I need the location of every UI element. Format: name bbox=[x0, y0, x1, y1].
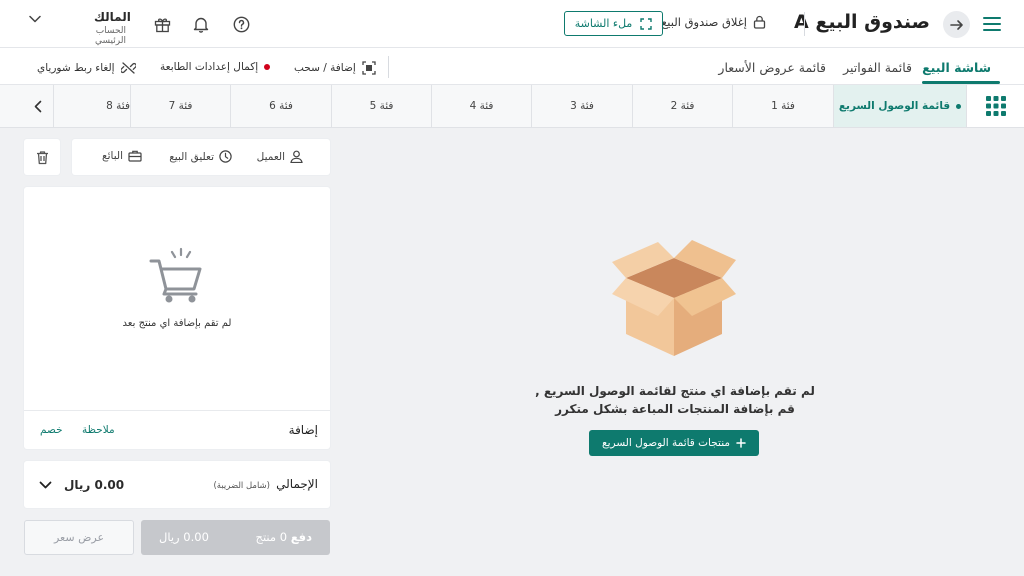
chevron-down-icon[interactable] bbox=[28, 12, 42, 26]
unlink-button[interactable]: إلغاء ربط شورياي bbox=[37, 61, 136, 75]
menu-icon[interactable] bbox=[982, 14, 1002, 34]
quick-access-products-button[interactable]: منتجات قائمة الوصول السريع bbox=[589, 430, 759, 456]
help-icon[interactable] bbox=[231, 14, 251, 34]
active-tab-indicator bbox=[922, 81, 1000, 84]
total-tax-note: (شامل الضريبة) bbox=[213, 481, 270, 491]
category-label: قائمة الوصول السريع bbox=[838, 100, 951, 112]
unlink-label: إلغاء ربط شورياي bbox=[37, 62, 115, 74]
seller-label: البائع bbox=[102, 150, 123, 162]
grid-icon[interactable] bbox=[966, 85, 1024, 127]
user-icon bbox=[290, 150, 303, 163]
active-dot bbox=[956, 103, 962, 109]
unlink-icon bbox=[120, 61, 136, 75]
tab-invoices[interactable]: قائمة الفواتير bbox=[843, 60, 912, 75]
bell-icon[interactable] bbox=[191, 14, 211, 34]
pay-label-group: دفع 0 منتج bbox=[256, 530, 312, 544]
cart-icon bbox=[148, 246, 208, 306]
arrow-right-icon[interactable] bbox=[943, 11, 970, 38]
owner-name[interactable]: المالك bbox=[94, 10, 131, 24]
quote-button[interactable]: عرض سعر bbox=[24, 520, 134, 555]
category-item[interactable]: فئة 3 bbox=[531, 85, 632, 127]
customer-label: العميل bbox=[256, 150, 285, 163]
category-item[interactable]: فئة 8 bbox=[54, 85, 130, 127]
empty-state-text: لم تقم بإضافة اي منتج لقائمة الوصول السر… bbox=[535, 384, 815, 398]
total-panel[interactable]: الإجمالي (شامل الضريبة) 0.00 ريال bbox=[24, 461, 330, 508]
printer-settings-button[interactable]: إكمال إعدادات الطابعة bbox=[160, 61, 271, 73]
empty-box-illustration bbox=[612, 236, 736, 360]
category-item[interactable]: فئة 4 bbox=[431, 85, 531, 127]
cart-actions-bar: العميل تعليق البيع البائع bbox=[72, 139, 330, 175]
divider bbox=[804, 12, 805, 36]
chevron-down-icon[interactable] bbox=[38, 478, 52, 492]
owner-account: الحساب الرئيسي bbox=[95, 26, 126, 46]
briefcase-icon bbox=[128, 150, 142, 162]
top-bar: صندوق البيع A إغلاق صندوق البيع ملء الشا… bbox=[0, 0, 1024, 48]
tab-quotes[interactable]: قائمة عروض الأسعار bbox=[718, 60, 826, 75]
tab-sale-screen[interactable]: شاشة البيع bbox=[922, 60, 991, 75]
cart-empty-text: لم تقم بإضافة اي منتج بعد bbox=[122, 318, 232, 329]
cart-panel: لم تقم بإضافة اي منتج بعد إضافة ملاحظة خ… bbox=[24, 187, 330, 449]
fullscreen-label: ملء الشاشة bbox=[574, 17, 633, 30]
category-item[interactable]: فئة 6 bbox=[230, 85, 331, 127]
plus-icon bbox=[736, 438, 746, 448]
hold-sale-button[interactable]: تعليق البيع bbox=[169, 150, 232, 163]
printer-settings-label: إكمال إعدادات الطابعة bbox=[160, 61, 259, 73]
close-box-label: إغلاق صندوق البيع bbox=[661, 15, 747, 29]
alert-dot bbox=[264, 64, 271, 70]
category-item[interactable]: فئة 5 bbox=[331, 85, 431, 127]
fullscreen-button[interactable]: ملء الشاشة bbox=[564, 11, 663, 36]
pay-amount: 0.00 ريال bbox=[159, 530, 209, 544]
category-quick-access[interactable]: قائمة الوصول السريع bbox=[833, 85, 966, 127]
page-title: صندوق البيع A bbox=[794, 11, 930, 33]
pay-button[interactable]: دفع 0 منتج 0.00 ريال bbox=[141, 520, 330, 555]
divider bbox=[388, 56, 389, 78]
total-label: الإجمالي bbox=[276, 477, 318, 491]
scan-icon bbox=[362, 61, 376, 75]
category-item[interactable]: فئة 1 bbox=[732, 85, 833, 127]
categories-row: قائمة الوصول السريع فئة 1 فئة 2 فئة 3 فئ… bbox=[0, 85, 1024, 128]
divider bbox=[53, 85, 54, 127]
add-label: إضافة bbox=[288, 423, 318, 437]
chevron-left-icon[interactable] bbox=[31, 99, 45, 113]
add-drag-button[interactable]: إضافة / سحب bbox=[294, 61, 376, 75]
total-amount: 0.00 ريال bbox=[64, 478, 125, 492]
pay-label: دفع bbox=[290, 530, 312, 544]
discount-link[interactable]: خصم bbox=[40, 424, 63, 436]
tabs-row: شاشة البيع قائمة الفواتير قائمة عروض الأ… bbox=[0, 48, 1024, 85]
add-drag-label: إضافة / سحب bbox=[294, 62, 356, 74]
empty-state-subtext: قم بإضافة المنتجات المباعة بشكل متكرر bbox=[555, 402, 795, 416]
customer-button[interactable]: العميل bbox=[257, 150, 303, 163]
clock-icon bbox=[219, 150, 232, 163]
close-box-button[interactable]: إغلاق صندوق البيع bbox=[661, 15, 766, 29]
trash-icon[interactable] bbox=[24, 139, 60, 175]
gift-icon[interactable] bbox=[152, 14, 172, 34]
quick-access-products-label: منتجات قائمة الوصول السريع bbox=[602, 437, 730, 449]
hold-sale-label: تعليق البيع bbox=[169, 150, 214, 163]
category-item[interactable]: فئة 2 bbox=[632, 85, 732, 127]
expand-icon bbox=[640, 17, 652, 30]
pay-count: 0 منتج bbox=[255, 530, 288, 544]
lock-icon bbox=[753, 15, 766, 29]
seller-button[interactable]: البائع bbox=[102, 150, 142, 162]
divider bbox=[24, 410, 330, 411]
category-item[interactable]: فئة 7 bbox=[130, 85, 230, 127]
note-link[interactable]: ملاحظة bbox=[82, 424, 115, 436]
